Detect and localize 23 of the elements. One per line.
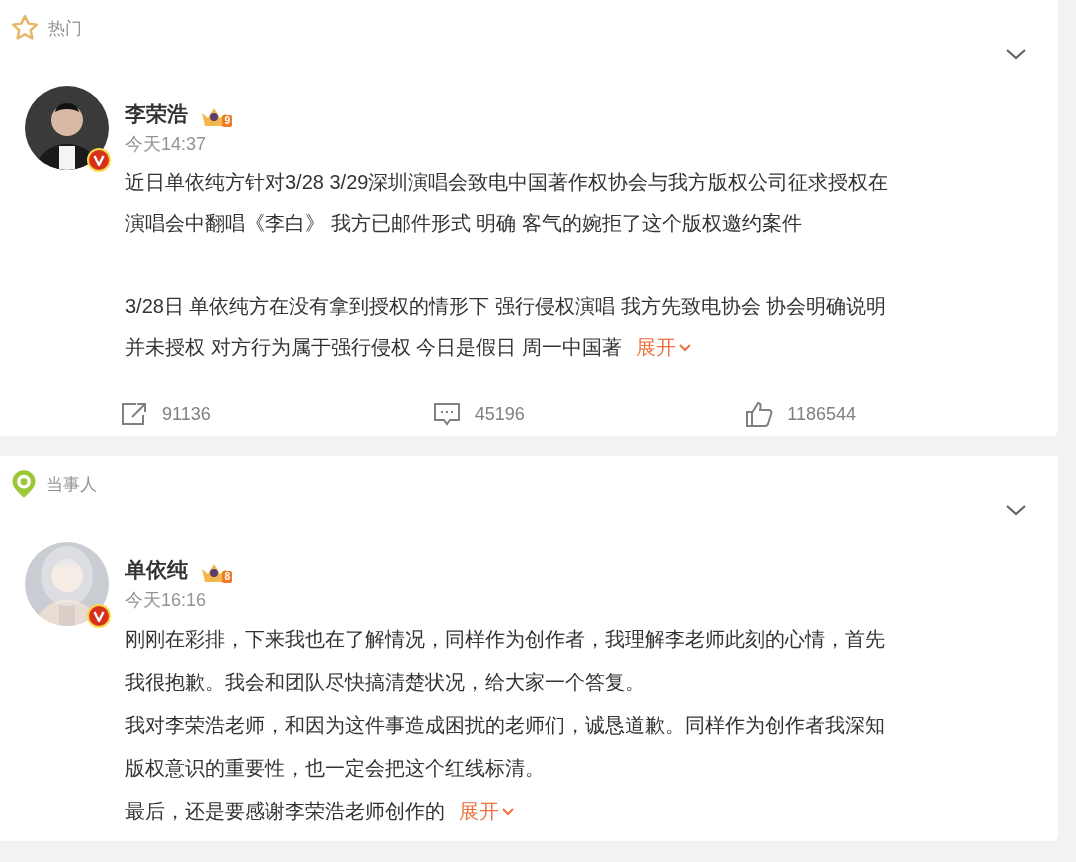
expand-link[interactable]: 展开 <box>635 327 692 368</box>
chevron-down-icon <box>677 342 692 353</box>
post-time: 今天14:37 <box>125 133 208 156</box>
star-icon <box>10 13 40 43</box>
section-label: 热门 <box>48 17 82 40</box>
user-name[interactable]: 单依纯 <box>125 556 188 584</box>
post-text: 3/28日 单依纯方在没有拿到授权的情形下 强行侵权演唱 我方先致电协会 协会明确说明 并未授权 对方行为属于强行侵权 今日是假日 周一中国著 展开 <box>125 286 1025 368</box>
like-button[interactable]: 1186544 <box>745 400 1058 428</box>
repost-button[interactable]: 91136 <box>120 400 433 428</box>
post-time: 今天16:16 <box>125 589 208 612</box>
thumbs-up-icon <box>745 400 774 428</box>
post-text: 近日单依纯方针对3/28 3/29深圳演唱会致电中国著作权协会与我方版权公司征求授权在 演唱会中翻唱《李白》 我方已邮件形式 明确 客气的婉拒了这个版权邀约案件 <box>125 170 890 236</box>
location-pin-icon <box>10 469 38 499</box>
user-name[interactable]: 李荣浩 <box>125 100 188 128</box>
comment-icon <box>432 401 461 427</box>
post-text: 刚刚在彩排，下来我也在了解情况，同样作为创作者，我理解李老师此刻的心情，首先 我很抱歉。我会和团队尽快搞清楚状况，给大家一个答复。 <box>125 627 886 695</box>
share-icon <box>120 401 148 427</box>
expand-link[interactable]: 展开 <box>459 790 515 833</box>
comment-button[interactable]: 45196 <box>432 400 746 428</box>
chevron-down-icon <box>501 806 515 817</box>
post-text: 最后，还是要感谢李荣浩老师创作的 展开 <box>125 790 1025 833</box>
post-text: 我对李荣浩老师，和因为这件事造成困扰的老师们，诚恳道歉。同样作为创作者我深知 版权意识的重要性，也一定会把这个红线标清。 <box>125 713 886 781</box>
section-label: 当事人 <box>46 473 97 496</box>
